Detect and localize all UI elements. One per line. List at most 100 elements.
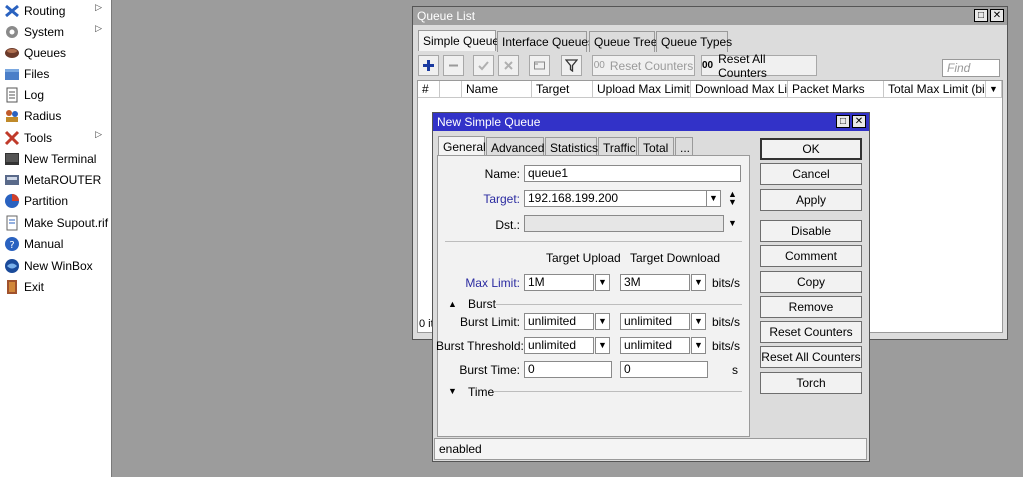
tab-simple-queues[interactable]: Simple Queues [418, 30, 505, 51]
target-label: Target: [483, 192, 520, 206]
menu-item-make-supout[interactable]: Make Supout.rif [0, 212, 110, 233]
burst-limit-download-dropdown-icon[interactable]: ▼ [691, 313, 706, 330]
column-header-flags[interactable] [440, 81, 462, 98]
name-label: Name: [484, 167, 520, 181]
dialog-tab-general[interactable]: General [438, 136, 486, 157]
menu-item-routing[interactable]: Routing ▷ [0, 0, 110, 21]
column-header-total-max-limit[interactable]: Total Max Limit (bi... [884, 81, 986, 98]
plus-icon [423, 60, 434, 71]
menu-label: Files [24, 66, 50, 81]
submenu-arrow-icon: ▷ [95, 23, 102, 33]
column-dropdown-icon[interactable]: ▼ [986, 81, 1002, 98]
apply-button[interactable]: Apply [760, 189, 862, 211]
queue-list-titlebar[interactable]: Queue List □ ✕ [413, 7, 1007, 25]
time-divider [494, 391, 742, 392]
burst-time-upload-field[interactable]: 0 [524, 361, 612, 378]
comment-button[interactable]: Comment [760, 245, 862, 267]
dialog-titlebar[interactable]: New Simple Queue □ ✕ [433, 113, 869, 131]
time-section-title: Time [468, 385, 495, 399]
main-menu: Routing ▷ System ▷ Queues Files Log Radi… [0, 0, 112, 477]
filter-icon [565, 59, 578, 72]
find-input[interactable]: Find [942, 59, 1000, 77]
max-limit-download-dropdown-icon[interactable]: ▼ [691, 274, 706, 291]
burst-collapse-icon[interactable]: ▲ [448, 299, 457, 309]
column-header-name[interactable]: Name [462, 81, 532, 98]
window-title: Queue List [417, 9, 476, 23]
menu-item-partition[interactable]: Partition [0, 190, 110, 211]
column-header-target[interactable]: Target [532, 81, 593, 98]
burst-limit-upload-field[interactable]: unlimited [524, 313, 594, 330]
target-updown-icon[interactable]: ▲ ▼ [728, 190, 737, 207]
menu-item-radius[interactable]: Radius [0, 105, 110, 126]
add-button[interactable] [418, 55, 439, 76]
burst-limit-download-field[interactable]: unlimited [620, 313, 690, 330]
remove-button[interactable]: Remove [760, 296, 862, 318]
target-dropdown-icon[interactable]: ▼ [706, 190, 721, 207]
dst-field[interactable] [524, 215, 724, 232]
menu-item-exit[interactable]: Exit [0, 276, 110, 297]
menu-item-log[interactable]: Log [0, 84, 110, 105]
burst-threshold-upload-field[interactable]: unlimited [524, 337, 594, 354]
tab-queue-tree[interactable]: Queue Tree [589, 31, 657, 52]
max-limit-upload-field[interactable]: 1M [524, 274, 594, 291]
x-icon [504, 61, 513, 70]
burst-threshold-download-field[interactable]: unlimited [620, 337, 690, 354]
maximize-button[interactable]: □ [836, 115, 850, 128]
menu-item-new-winbox[interactable]: New WinBox [0, 255, 110, 276]
burst-limit-upload-dropdown-icon[interactable]: ▼ [595, 313, 610, 330]
column-header-upload-max-limit[interactable]: Upload Max Limit [593, 81, 691, 98]
burst-section-title: Burst [468, 297, 497, 311]
reset-all-counters-button[interactable]: 00 Reset All Counters [701, 52, 817, 80]
dst-dropdown-icon[interactable]: ▼ [728, 218, 737, 228]
comment-button[interactable] [529, 55, 550, 76]
menu-label: Log [24, 87, 45, 102]
menu-item-new-terminal[interactable]: New Terminal [0, 148, 110, 169]
enable-button[interactable] [473, 55, 494, 76]
close-button[interactable]: ✕ [990, 9, 1004, 22]
remove-button[interactable] [443, 55, 464, 76]
filter-button[interactable] [561, 55, 582, 76]
burst-threshold-download-dropdown-icon[interactable]: ▼ [691, 337, 706, 354]
menu-item-manual[interactable]: ? Manual [0, 233, 110, 254]
menu-item-system[interactable]: System ▷ [0, 21, 110, 42]
file-icon [6, 215, 18, 230]
ok-button[interactable]: OK [760, 138, 862, 160]
tab-interface-queues[interactable]: Interface Queues [497, 31, 594, 52]
max-limit-label: Max Limit: [465, 276, 520, 290]
torch-button[interactable]: Torch [760, 372, 862, 394]
reset-counters-button[interactable]: 00 Reset Counters [592, 55, 695, 76]
reset-all-counters-button[interactable]: Reset All Counters [760, 346, 862, 368]
help-icon: ? [5, 236, 19, 251]
copy-button[interactable]: Copy [760, 271, 862, 293]
reset-counters-button[interactable]: Reset Counters [760, 321, 862, 343]
menu-item-tools[interactable]: Tools ▷ [0, 127, 110, 148]
max-limit-upload-dropdown-icon[interactable]: ▼ [595, 274, 610, 291]
target-field[interactable]: 192.168.199.200 [524, 190, 707, 207]
menu-item-files[interactable]: Files [0, 63, 110, 84]
menu-label: New Terminal [24, 151, 97, 166]
max-limit-download-field[interactable]: 3M [620, 274, 690, 291]
burst-threshold-label: Burst Threshold: [436, 339, 524, 353]
cancel-button[interactable]: Cancel [760, 163, 862, 185]
exit-icon [7, 279, 17, 294]
disable-button[interactable]: Disable [760, 220, 862, 242]
close-button[interactable]: ✕ [852, 115, 866, 128]
menu-item-metarouter[interactable]: MetaROUTER [0, 169, 110, 190]
menu-label: Queues [24, 45, 67, 60]
counter-icon: 00 [702, 60, 714, 71]
column-header-number[interactable]: # [418, 81, 440, 98]
name-field[interactable]: queue1 [524, 165, 741, 182]
tab-queue-types[interactable]: Queue Types [656, 31, 732, 52]
disable-button[interactable] [498, 55, 519, 76]
comment-icon [534, 61, 545, 70]
burst-threshold-upload-dropdown-icon[interactable]: ▼ [595, 337, 610, 354]
column-header-packet-marks[interactable]: Packet Marks [788, 81, 884, 98]
column-header-download-max-limit[interactable]: Download Max Limit [691, 81, 788, 98]
dst-label: Dst.: [495, 218, 520, 232]
reset-counters-label: Reset Counters [609, 58, 694, 73]
time-expand-icon[interactable]: ▼ [448, 386, 457, 396]
burst-time-download-field[interactable]: 0 [620, 361, 708, 378]
menu-item-queues[interactable]: Queues [0, 42, 110, 63]
burst-threshold-unit: bits/s [712, 339, 741, 353]
maximize-button[interactable]: □ [974, 9, 988, 22]
